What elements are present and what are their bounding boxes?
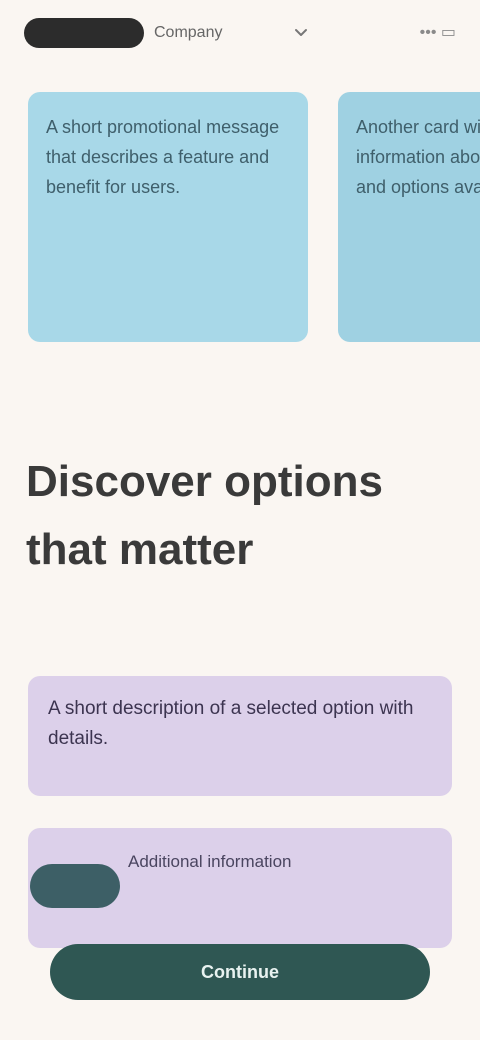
- info-card-text: A short description of a selected option…: [48, 698, 414, 749]
- promo-card-text: Another card with more information about…: [356, 117, 480, 197]
- promo-card[interactable]: Another card with more information about…: [338, 92, 480, 342]
- status-badge: [30, 864, 120, 908]
- brand-logo[interactable]: [24, 18, 144, 48]
- continue-button[interactable]: Continue: [50, 944, 430, 1000]
- brand-text: Company: [154, 24, 223, 41]
- info-card[interactable]: A short description of a selected option…: [28, 676, 452, 796]
- top-actions[interactable]: ••• ▭: [420, 22, 456, 42]
- chevron-down-icon[interactable]: [292, 23, 310, 41]
- promo-cards-row[interactable]: A short promotional message that describ…: [0, 92, 480, 352]
- promo-card[interactable]: A short promotional message that describ…: [28, 92, 308, 342]
- info-card[interactable]: Additional information: [28, 828, 452, 948]
- promo-card-text: A short promotional message that describ…: [46, 117, 280, 197]
- top-bar: Company ••• ▭: [24, 14, 456, 54]
- info-card-text: Additional information: [128, 852, 292, 871]
- section-title: Discover options that matter: [26, 457, 383, 574]
